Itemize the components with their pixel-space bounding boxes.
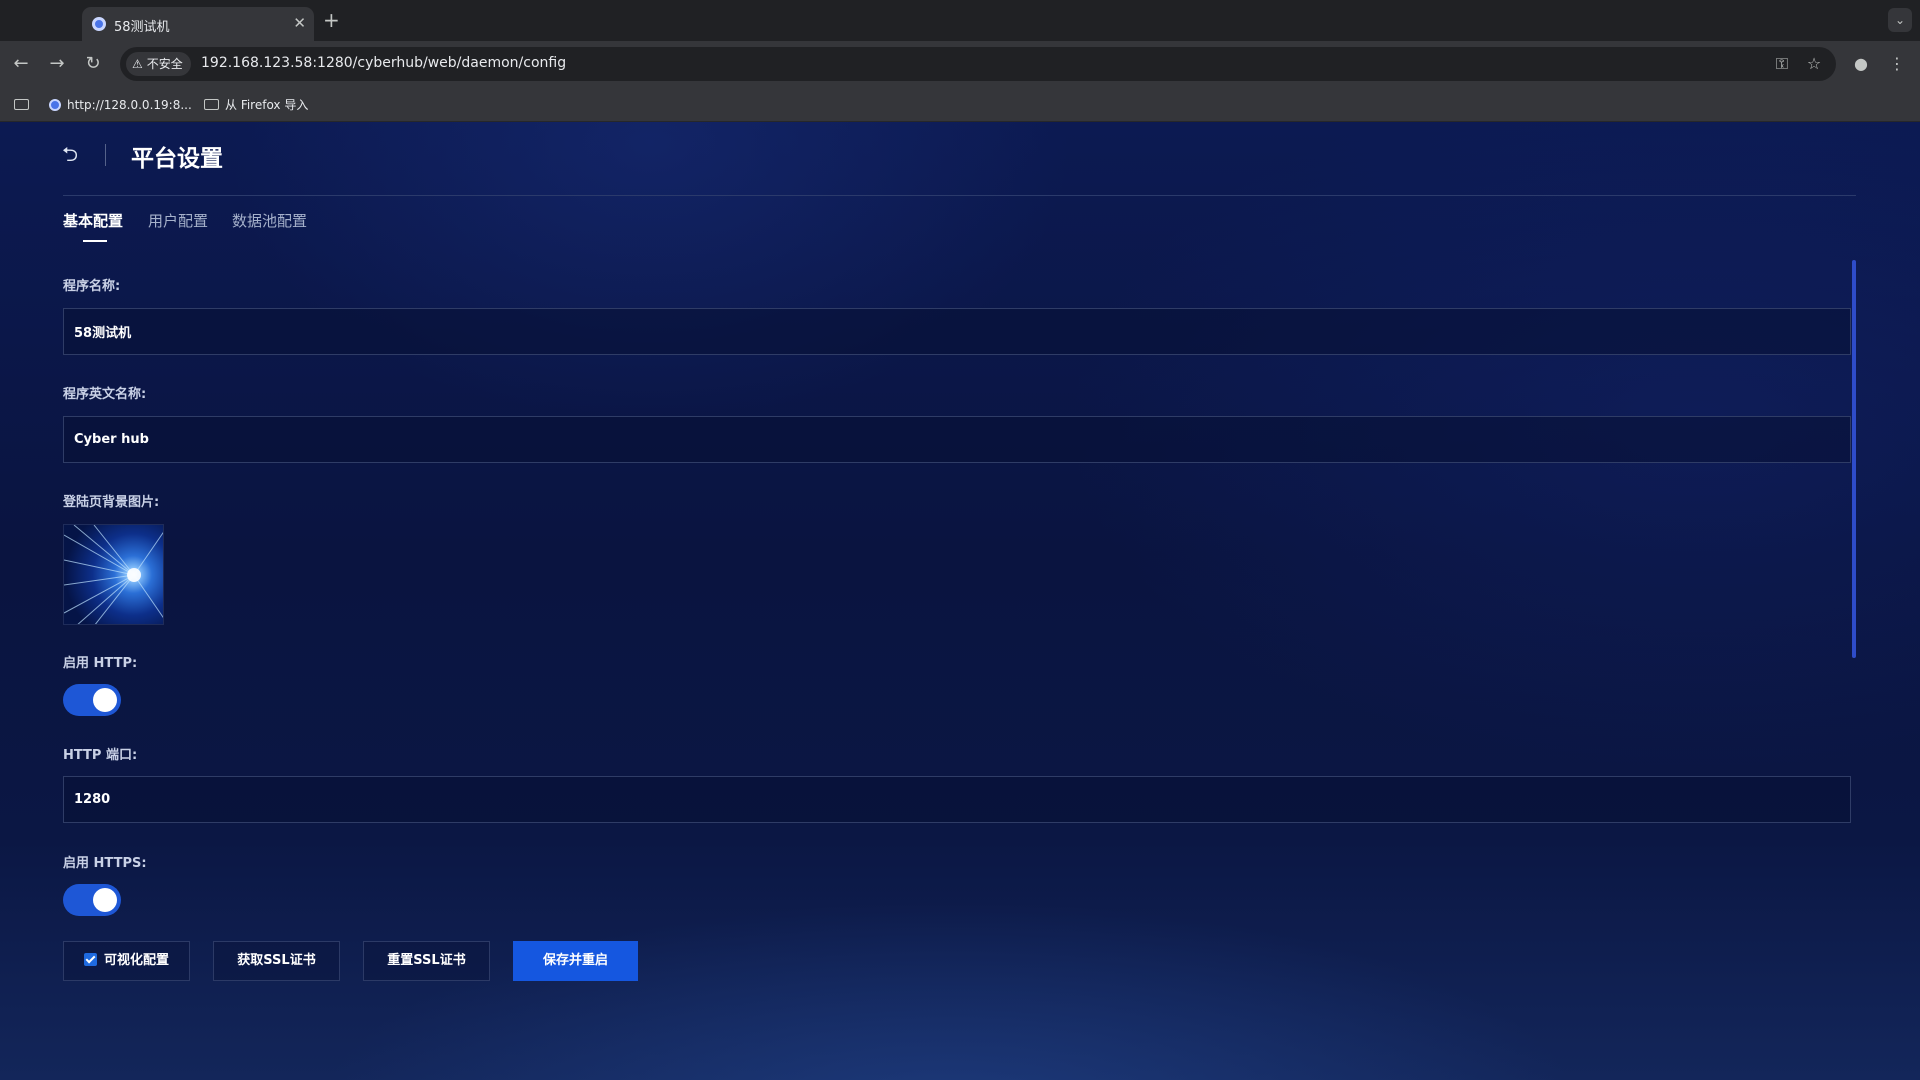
url-text[interactable]: 192.168.123.58:1280/cyberhub/web/daemon/… [201, 55, 566, 71]
login-bg-label: 登陆页背景图片: [63, 495, 160, 510]
http-port-label: HTTP 端口: [63, 748, 138, 763]
bookmark-item[interactable]: http://128.0.0.19:8... [49, 95, 192, 115]
menu-kebab-icon[interactable]: ⋮ [1884, 51, 1910, 77]
tab-favicon-icon [92, 17, 106, 31]
reload-icon[interactable]: ↻ [80, 51, 106, 77]
page-title: 平台设置 [131, 146, 223, 172]
save-and-restart-button[interactable]: 保存并重启 [513, 941, 638, 981]
settings-page: ⮌ 平台设置 基本配置 用户配置 数据池配置 程序名称: 程序英文名称: 登陆页… [0, 122, 1920, 1080]
security-indicator[interactable]: ⚠ 不安全 [126, 52, 191, 76]
https-enable-label: 启用 HTTPS: [63, 856, 147, 871]
get-ssl-button[interactable]: 获取SSL证书 [213, 941, 340, 981]
http-enable-label: 启用 HTTP: [63, 656, 138, 671]
bookmark-label: 从 Firefox 导入 [225, 98, 309, 112]
bookmarks-bar: http://128.0.0.19:8... 从 Firefox 导入 [0, 87, 1920, 122]
tab-data-pool-config[interactable]: 数据池配置 [232, 210, 307, 231]
bookmark-star-icon[interactable]: ☆ [1802, 52, 1826, 76]
reset-ssl-button[interactable]: 重置SSL证书 [363, 941, 490, 981]
security-label: 不安全 [146, 57, 183, 71]
toggle-knob [93, 688, 117, 712]
hyperspace-image [64, 525, 163, 624]
browser-tab-strip: 58测试机 ✕ + ⌄ [0, 0, 1920, 41]
program-en-name-input[interactable] [63, 416, 1851, 463]
browser-tab[interactable]: 58测试机 ✕ [82, 7, 314, 41]
back-arrow-icon[interactable]: ← [8, 51, 34, 77]
bookmark-folder-firefox[interactable]: 从 Firefox 导入 [204, 95, 308, 115]
profile-icon[interactable]: ● [1848, 51, 1874, 77]
visual-config-checkbox-button[interactable]: 可视化配置 [63, 941, 190, 981]
address-bar[interactable]: ⚠ 不安全 192.168.123.58:1280/cyberhub/web/da… [120, 47, 1836, 81]
toggle-knob [93, 888, 117, 912]
active-tab-indicator [83, 240, 107, 242]
close-tab-icon[interactable]: ✕ [293, 14, 306, 32]
visual-config-label: 可视化配置 [103, 953, 169, 968]
tab-basic-config[interactable]: 基本配置 [63, 210, 123, 231]
key-icon[interactable]: ⚿ [1770, 52, 1794, 76]
bookmarks-folder-icon[interactable] [14, 95, 35, 115]
header-divider [105, 144, 106, 166]
folder-icon [204, 99, 219, 110]
checkbox-checked-icon[interactable] [83, 953, 97, 966]
http-port-input[interactable] [63, 776, 1851, 823]
browser-toolbar: ← → ↻ ⚠ 不安全 192.168.123.58:1280/cyberhub/… [0, 41, 1920, 87]
https-enable-toggle[interactable] [63, 884, 121, 916]
scrollbar[interactable] [1852, 260, 1856, 658]
tab-search-chevron-icon[interactable]: ⌄ [1888, 8, 1912, 32]
back-icon[interactable]: ⮌ [62, 142, 86, 166]
globe-icon [49, 99, 61, 111]
program-name-label: 程序名称: [63, 279, 121, 294]
bookmark-label: http://128.0.0.19:8... [67, 98, 192, 112]
program-en-name-label: 程序英文名称: [63, 387, 147, 402]
forward-arrow-icon[interactable]: → [44, 51, 70, 77]
tab-user-config[interactable]: 用户配置 [148, 210, 208, 231]
tab-title: 58测试机 [114, 20, 170, 35]
http-enable-toggle[interactable] [63, 684, 121, 716]
header-divider-line [63, 195, 1856, 196]
warning-triangle-icon: ⚠ [132, 57, 143, 71]
login-bg-image[interactable] [63, 524, 164, 625]
program-name-input[interactable] [63, 308, 1851, 355]
new-tab-button[interactable]: + [323, 8, 340, 32]
